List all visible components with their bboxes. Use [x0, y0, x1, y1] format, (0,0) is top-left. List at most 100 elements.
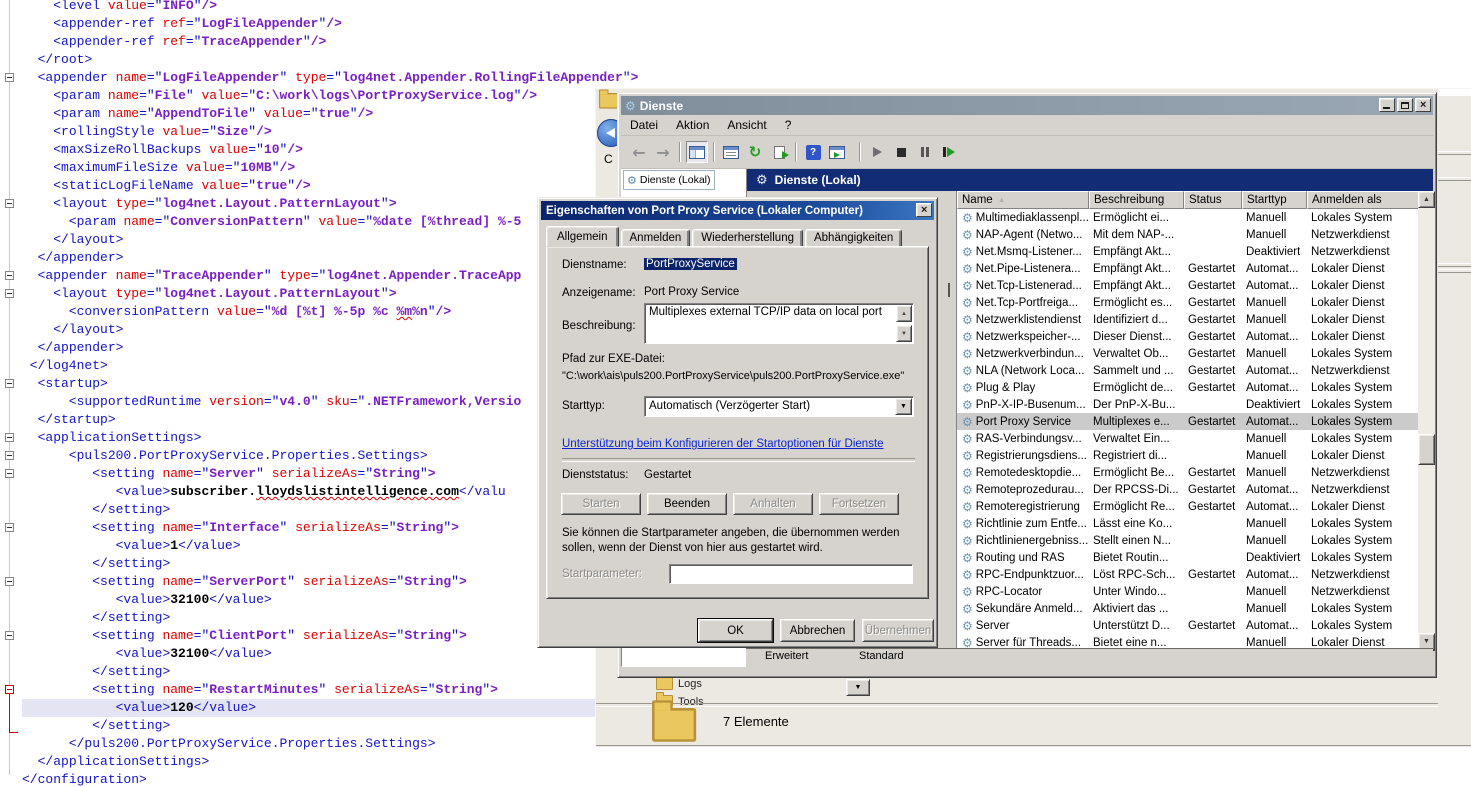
- tab-standard[interactable]: Standard: [843, 649, 920, 665]
- fold-toggle[interactable]: [5, 631, 14, 640]
- restart-service-button[interactable]: [938, 141, 960, 163]
- service-row[interactable]: ⚙Net.Tcp-Portfreiga...Ermöglicht es...Ge…: [957, 294, 1419, 311]
- service-row[interactable]: ⚙NetzwerklistendienstIdentifiziert d...G…: [957, 311, 1419, 328]
- column-header-beschreibung[interactable]: Beschreibung: [1089, 191, 1184, 209]
- explorer-folder-item[interactable]: Logs: [656, 677, 702, 690]
- close-button[interactable]: ×: [1415, 98, 1431, 112]
- dialog-close-button[interactable]: ×: [916, 203, 932, 217]
- fold-toggle[interactable]: [5, 577, 14, 586]
- ok-button[interactable]: OK: [698, 619, 773, 642]
- service-row[interactable]: ⚙Remotedesktopdie...Ermöglicht Be...Gest…: [957, 464, 1419, 481]
- start-button[interactable]: Starten: [561, 493, 641, 515]
- fold-toggle[interactable]: [5, 433, 14, 442]
- refresh-button[interactable]: ↻: [744, 141, 766, 163]
- service-row[interactable]: ⚙Net.Tcp-Listenerad...Empfängt Akt...Ges…: [957, 277, 1419, 294]
- scrollbar-thumb[interactable]: [1418, 434, 1435, 465]
- back-button[interactable]: ←: [628, 141, 650, 163]
- column-header-name[interactable]: Name▲: [957, 191, 1089, 209]
- properties-button[interactable]: [720, 141, 742, 163]
- service-status-label: Dienststatus:: [562, 469, 628, 481]
- service-row[interactable]: ⚙Netzwerkverbindun...Verwaltet Ob...Gest…: [957, 345, 1419, 362]
- startup-type-select[interactable]: Automatisch (Verzögerter Start) ▼: [644, 396, 914, 417]
- description-field[interactable]: Multiplexes external TCP/IP data on loca…: [644, 303, 914, 344]
- service-row[interactable]: ⚙RPC-Endpunktzuor...Löst RPC-Sch...Gesta…: [957, 566, 1419, 583]
- menu-ansicht[interactable]: Ansicht: [718, 118, 775, 132]
- explorer-dropdown-button[interactable]: ▼: [846, 679, 870, 696]
- forward-button[interactable]: →: [652, 141, 674, 163]
- show-extension-button[interactable]: [826, 141, 848, 163]
- service-row[interactable]: ⚙RPC-LocatorUnter Windo...ManuellNetzwer…: [957, 583, 1419, 600]
- scroll-up-button[interactable]: ▲: [1418, 191, 1435, 208]
- fold-toggle[interactable]: [5, 271, 14, 280]
- stop-service-button[interactable]: [890, 141, 912, 163]
- startup-options-help-link[interactable]: Unterstützung beim Konfigurieren der Sta…: [562, 438, 884, 450]
- service-row[interactable]: ⚙Routing und RASBietet Routin...Deaktivi…: [957, 549, 1419, 566]
- fold-toggle[interactable]: [5, 73, 14, 82]
- service-name-value[interactable]: PortProxyService: [644, 258, 737, 270]
- service-row[interactable]: ⚙RAS-Verbindungsv...Verwaltet Ein...Manu…: [957, 430, 1419, 447]
- tab-erweitert[interactable]: Erweitert: [749, 649, 824, 665]
- fold-toggle[interactable]: [5, 289, 14, 298]
- tab-wiederherstellung[interactable]: Wiederherstellung: [692, 229, 803, 247]
- column-header-anmelden-als[interactable]: Anmelden als: [1307, 191, 1419, 209]
- tab-anmelden[interactable]: Anmelden: [621, 229, 691, 247]
- service-row[interactable]: ⚙Remoteprozedurau...Der RPCSS-Di...Gesta…: [957, 481, 1419, 498]
- service-row[interactable]: ⚙Registrierungsdiens...Registriert di...…: [957, 447, 1419, 464]
- fold-toggle[interactable]: [5, 379, 14, 388]
- resume-button[interactable]: Fortsetzen: [819, 493, 899, 515]
- services-window-titlebar[interactable]: ⚙ Dienste ×: [621, 96, 1433, 115]
- fold-toggle[interactable]: [5, 451, 14, 460]
- tab-allgemein[interactable]: Allgemein: [546, 226, 619, 247]
- service-gear-icon: ⚙: [627, 174, 637, 187]
- dialog-titlebar[interactable]: Eigenschaften von Port Proxy Service (Lo…: [541, 201, 934, 220]
- fold-toggle[interactable]: [5, 469, 14, 478]
- show-console-tree-button[interactable]: [686, 141, 708, 163]
- cancel-button[interactable]: Abbrechen: [780, 619, 855, 642]
- pane-splitter-mark[interactable]: [948, 283, 950, 297]
- stop-button[interactable]: Beenden: [647, 493, 727, 515]
- pause-service-button[interactable]: [914, 141, 936, 163]
- menu-help[interactable]: ?: [776, 118, 801, 132]
- vertical-scrollbar[interactable]: ▲ ▼: [1418, 191, 1435, 650]
- editor-fold-gutter[interactable]: [0, 0, 22, 787]
- minimize-button[interactable]: [1379, 98, 1395, 112]
- service-row[interactable]: ⚙ServerUnterstützt D...GestartetAutomat.…: [957, 617, 1419, 634]
- export-list-button[interactable]: [768, 141, 790, 163]
- service-row[interactable]: ⚙Plug & PlayErmöglicht de...GestartetAut…: [957, 379, 1419, 396]
- start-parameters-input[interactable]: [669, 564, 913, 584]
- service-row[interactable]: ⚙Net.Msmq-Listener...Empfängt Akt...Deak…: [957, 243, 1419, 260]
- help-button[interactable]: ?: [802, 141, 824, 163]
- service-row[interactable]: ⚙Multimediaklassenpl...Ermöglicht ei...M…: [957, 209, 1419, 226]
- separator: [562, 458, 915, 462]
- fold-toggle-active[interactable]: [5, 685, 14, 694]
- service-row[interactable]: ⚙NLA (Network Loca...Sammelt und ...Gest…: [957, 362, 1419, 379]
- scroll-down-button[interactable]: ▼: [896, 325, 912, 342]
- menu-aktion[interactable]: Aktion: [667, 118, 718, 132]
- service-row[interactable]: ⚙Net.Pipe-Listenera...Empfängt Akt...Ges…: [957, 260, 1419, 277]
- explorer-bottom-edge: [596, 745, 1471, 749]
- service-row[interactable]: ⚙PnP-X-IP-Busenum...Der PnP-X-Bu...Deakt…: [957, 396, 1419, 413]
- apply-button[interactable]: Übernehmen: [862, 619, 934, 642]
- services-banner: ⚙ Dienste (Lokal): [747, 169, 1433, 191]
- code-line: <appender-ref ref="LogFileAppender"/>: [22, 15, 638, 33]
- chevron-down-icon[interactable]: ▼: [895, 398, 912, 415]
- fold-toggle[interactable]: [5, 523, 14, 532]
- dialog-tabs: Allgemein Anmelden Wiederherstellung Abh…: [546, 226, 904, 247]
- service-row[interactable]: ⚙RemoteregistrierungErmöglicht Re...Gest…: [957, 498, 1419, 515]
- maximize-button[interactable]: [1397, 98, 1413, 112]
- service-row[interactable]: ⚙Richtlinienergebniss...Stellt einen N..…: [957, 532, 1419, 549]
- service-row-selected[interactable]: ⚙Port Proxy ServiceMultiplexes e...Gesta…: [957, 413, 1419, 430]
- menu-datei[interactable]: Datei: [621, 118, 667, 132]
- fold-toggle[interactable]: [5, 199, 14, 208]
- pause-button[interactable]: Anhalten: [733, 493, 813, 515]
- service-row[interactable]: ⚙Richtlinie zum Entfe...Lässt eine Ko...…: [957, 515, 1419, 532]
- scroll-up-button[interactable]: ▲: [896, 305, 912, 322]
- tree-item-dienste-lokal[interactable]: ⚙ Dienste (Lokal): [623, 170, 715, 190]
- service-row[interactable]: ⚙Netzwerkspeicher-...Dieser Dienst...Ges…: [957, 328, 1419, 345]
- start-service-button[interactable]: [866, 141, 888, 163]
- service-row[interactable]: ⚙Sekundäre Anmeld...Aktiviert das ...Man…: [957, 600, 1419, 617]
- column-header-starttyp[interactable]: Starttyp: [1242, 191, 1307, 209]
- service-row[interactable]: ⚙NAP-Agent (Netwo...Mit dem NAP-...Manue…: [957, 226, 1419, 243]
- tab-abhaengigkeiten[interactable]: Abhängigkeiten: [805, 229, 902, 247]
- column-header-status[interactable]: Status: [1184, 191, 1242, 209]
